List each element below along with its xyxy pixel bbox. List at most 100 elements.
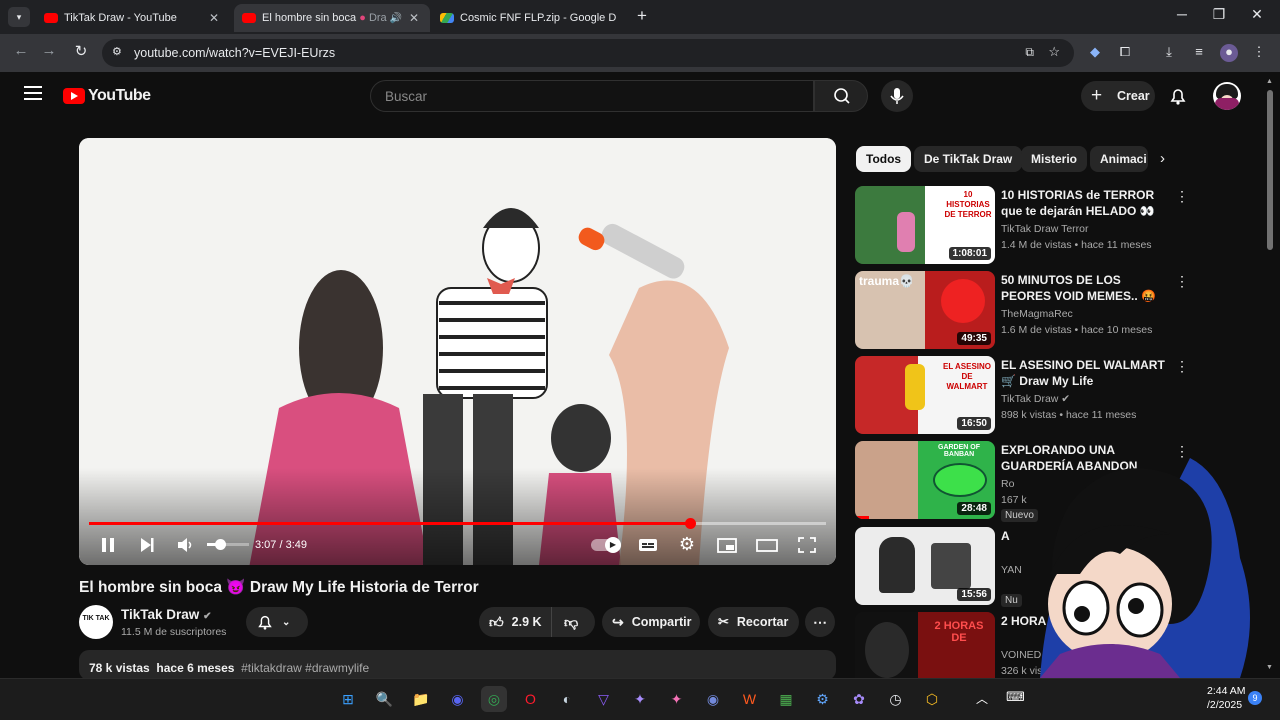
scrollbar-thumb[interactable] <box>1267 90 1273 250</box>
scroll-up-arrow-icon[interactable]: ▲ <box>1266 78 1273 85</box>
notification-preferences-button[interactable]: ⌄ <box>246 607 308 637</box>
more-actions-button[interactable]: ⋯ <box>805 607 835 637</box>
tab-hombre-sin-boca[interactable]: El hombre sin boca ● Dra 🔊 ✕ <box>234 4 430 32</box>
tab-google-drive[interactable]: Cosmic FNF FLP.zip - Google D <box>432 4 628 32</box>
chevron-right-icon[interactable]: › <box>1160 150 1165 167</box>
chip-todos[interactable]: Todos <box>856 146 912 172</box>
chat-icon[interactable]: ✿ <box>846 686 872 712</box>
hamburger-menu-icon[interactable] <box>24 86 42 100</box>
settings-taskbar-icon[interactable]: ⚙ <box>810 686 836 712</box>
close-tab-icon[interactable]: ✕ <box>406 11 422 25</box>
media-control-icon[interactable]: ≡ <box>1190 44 1208 62</box>
more-vertical-icon[interactable]: ⋮ <box>1175 358 1189 375</box>
more-vertical-icon[interactable]: ⋮ <box>1175 188 1189 205</box>
sparkle-app-icon[interactable]: ✦ <box>627 686 653 712</box>
subtitles-button[interactable] <box>636 534 660 556</box>
keyboard-icon[interactable]: ⌨ <box>1006 689 1025 705</box>
progress-bar[interactable] <box>89 518 826 529</box>
chip-animacion[interactable]: Animaci <box>1090 146 1148 172</box>
opera-icon[interactable]: O <box>518 686 544 712</box>
volume-slider-handle[interactable] <box>214 539 226 550</box>
search-button[interactable] <box>814 80 868 112</box>
search-taskbar-icon[interactable]: 🔍 <box>372 686 398 712</box>
vpn-icon[interactable]: ▽ <box>591 686 617 712</box>
extension-blue-icon[interactable]: ◆ <box>1086 44 1104 62</box>
shield-app-icon[interactable]: ⬡ <box>919 686 945 712</box>
extensions-puzzle-icon[interactable]: ⧠ <box>1116 44 1134 62</box>
profile-avatar-icon[interactable]: ● <box>1220 44 1238 62</box>
recommendation-channel[interactable]: TikTak Draw Terror <box>1001 223 1089 235</box>
speaker-icon[interactable]: 🔊 <box>390 13 402 24</box>
chrome-icon[interactable]: ◎ <box>481 686 507 712</box>
sparkle-app-2-icon[interactable]: ✦ <box>664 686 690 712</box>
scroll-down-arrow-icon[interactable]: ▼ <box>1266 664 1273 671</box>
new-tab-button[interactable]: + <box>632 6 652 28</box>
minimize-button[interactable]: ─ <box>1168 6 1196 28</box>
video-thumbnail[interactable]: trauma💀 49:35 <box>855 271 995 349</box>
forward-icon[interactable]: → <box>38 42 60 64</box>
description-box[interactable]: 78 k vistas hace 6 meses #tiktakdraw #dr… <box>79 650 836 678</box>
reload-icon[interactable]: ↻ <box>70 42 92 64</box>
share-button[interactable]: ↪ Compartir <box>602 607 700 637</box>
channel-avatar[interactable]: TIK TAK <box>79 605 113 639</box>
dislike-button[interactable]: 👎︎ <box>551 607 595 637</box>
next-video-button[interactable] <box>136 534 158 556</box>
autoplay-toggle[interactable]: ▶ <box>591 537 621 553</box>
recommendation-item[interactable]: trauma💀 49:35 50 MINUTOS DE LOS PEORES V… <box>855 271 1255 351</box>
address-bar[interactable]: ⚙ youtube.com/watch?v=EVEJI-EUrzs ⧉ ☆ <box>102 39 1074 67</box>
notification-badge[interactable]: 9 <box>1248 691 1262 705</box>
close-window-button[interactable]: ✕ <box>1243 6 1271 28</box>
restore-button[interactable]: ❐ <box>1205 6 1233 28</box>
file-explorer-icon[interactable]: 📁 <box>408 686 434 712</box>
site-info-icon[interactable]: ⚙ <box>112 45 122 58</box>
recommendation-channel[interactable]: TikTak Draw ✔ <box>1001 393 1070 405</box>
fullscreen-button[interactable] <box>795 534 819 556</box>
steam-icon[interactable]: ◐ <box>554 686 580 712</box>
video-thumbnail[interactable]: 2 HORAS DE <box>855 612 995 678</box>
clock-app-icon[interactable]: ◷ <box>883 686 909 712</box>
volume-slider[interactable] <box>207 539 249 550</box>
like-button[interactable]: 👍︎ 2.9 K <box>479 607 551 637</box>
page-scrollbar[interactable]: ▲ ▼ <box>1266 78 1274 678</box>
windows-start-icon[interactable]: ⊞ <box>335 686 361 712</box>
minecraft-icon[interactable]: ▦ <box>773 686 799 712</box>
voice-search-button[interactable] <box>881 80 913 112</box>
video-thumbnail[interactable]: 15:56 <box>855 527 995 605</box>
discord-icon[interactable]: ◉ <box>445 686 471 712</box>
recommendation-item[interactable]: 10 HISTORIAS DE TERROR 1:08:01 10 HISTOR… <box>855 186 1255 266</box>
chip-misterio[interactable]: Misterio <box>1021 146 1088 172</box>
mute-button[interactable] <box>174 534 196 556</box>
channel-name[interactable]: TikTak Draw ✔ <box>121 607 211 622</box>
close-tab-icon[interactable]: ✕ <box>206 11 222 25</box>
notifications-bell-icon[interactable] <box>1168 86 1188 106</box>
back-icon[interactable]: ← <box>10 42 32 64</box>
install-app-icon[interactable]: ⧉ <box>1025 45 1034 60</box>
pause-button[interactable] <box>97 534 119 556</box>
recommendation-channel[interactable]: TheMagmaRec <box>1001 308 1073 320</box>
w-app-icon[interactable]: W <box>737 686 763 712</box>
clock-date[interactable]: /2/2025 <box>1207 699 1242 711</box>
chip-de-tiktak-draw[interactable]: De TikTak Draw <box>914 146 1023 172</box>
search-input[interactable]: Buscar <box>370 80 814 112</box>
download-icon[interactable]: ⤓ <box>1160 44 1178 62</box>
discord-2-icon[interactable]: ◉ <box>700 686 726 712</box>
tab-tiktak-draw[interactable]: TikTak Draw - YouTube ✕ <box>36 4 230 32</box>
recommendation-item[interactable]: EL ASESINO DE WALMART 16:50 EL ASESINO D… <box>855 356 1255 436</box>
clip-button[interactable]: ✂ Recortar <box>708 607 799 637</box>
bookmark-star-icon[interactable]: ☆ <box>1048 44 1060 60</box>
create-button[interactable]: + Crear <box>1081 81 1155 111</box>
browser-menu-icon[interactable]: ⋮ <box>1250 44 1268 62</box>
video-player[interactable]: 3:07 / 3:49 ▶ ⚙ <box>79 138 836 565</box>
clock-time[interactable]: 2:44 AM <box>1207 685 1246 697</box>
show-hidden-icons-button[interactable]: ︿ <box>976 690 988 707</box>
settings-button[interactable]: ⚙ <box>676 534 698 556</box>
miniplayer-button[interactable] <box>715 534 739 556</box>
more-vertical-icon[interactable]: ⋮ <box>1175 273 1189 290</box>
video-thumbnail[interactable]: GARDEN OF BANBAN 28:48 <box>855 441 995 519</box>
account-avatar[interactable] <box>1213 82 1241 110</box>
video-thumbnail[interactable]: EL ASESINO DE WALMART 16:50 <box>855 356 995 434</box>
video-thumbnail[interactable]: 10 HISTORIAS DE TERROR 1:08:01 <box>855 186 995 264</box>
hashtags[interactable]: #tiktakdraw #drawmylife <box>241 661 369 675</box>
theater-mode-button[interactable] <box>755 534 779 556</box>
tab-search-button[interactable]: ▾ <box>8 7 30 27</box>
